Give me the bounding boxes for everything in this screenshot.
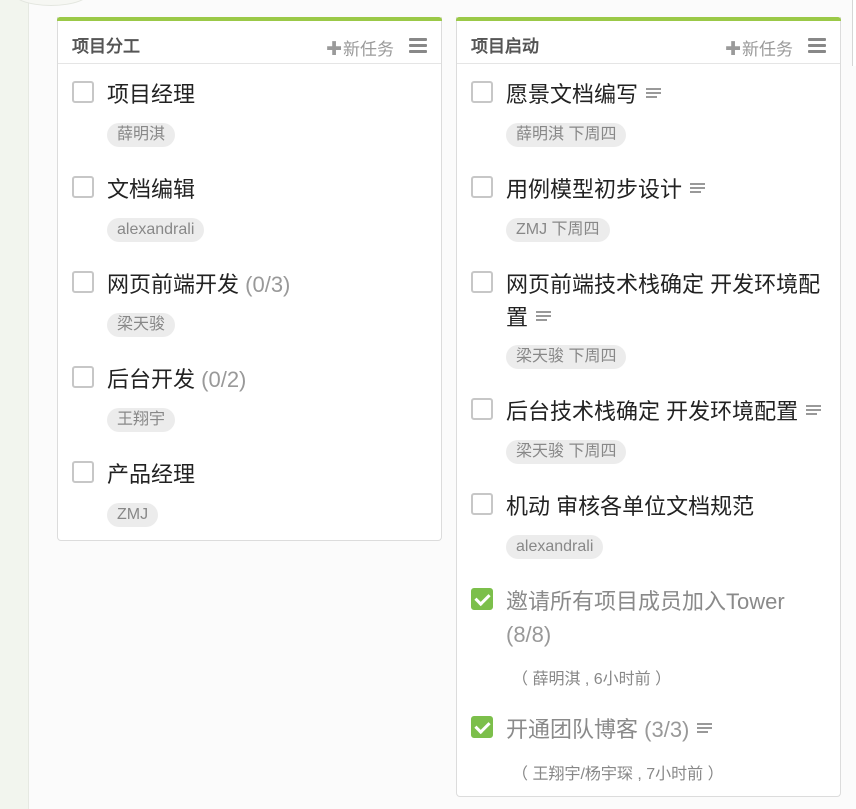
task-title[interactable]: 项目经理 xyxy=(107,78,431,111)
task-title[interactable]: 文档编辑 xyxy=(107,173,431,206)
assignee-due-tag: 薛明淇 下周四 xyxy=(506,123,627,147)
assignee-tag: alexandrali xyxy=(107,218,205,242)
assignee-tag: ZMJ xyxy=(107,503,159,527)
new-task-button[interactable]: ✚新任务 xyxy=(326,35,394,61)
plus-icon: ✚ xyxy=(326,39,342,60)
task-checkbox[interactable] xyxy=(471,176,493,198)
task-checkbox[interactable] xyxy=(72,366,94,388)
subtask-count: (0/3) xyxy=(245,272,291,297)
list-header: 项目分工 ✚新任务 xyxy=(58,17,441,64)
menu-icon[interactable] xyxy=(409,38,427,53)
task-title[interactable]: 网页前端技术栈确定 开发环境配置 xyxy=(506,268,830,334)
task-list-project-division: 项目分工 ✚新任务 项目经理 薛明淇 文档编辑 alexandrali 网页前端… xyxy=(57,17,442,541)
task-checkbox-checked[interactable] xyxy=(471,716,493,738)
list-title: 项目分工 xyxy=(72,37,140,56)
description-icon xyxy=(536,311,552,323)
task-title[interactable]: 后台开发 (0/2) xyxy=(107,363,431,396)
task-title[interactable]: 用例模型初步设计 xyxy=(506,173,830,206)
assignee-due-tag: 梁天骏 下周四 xyxy=(506,440,627,464)
completion-meta: （ 王翔宇/杨宇琛 , 7小时前 ） xyxy=(512,766,724,783)
new-task-label: 新任务 xyxy=(343,40,394,59)
task-checkbox[interactable] xyxy=(471,81,493,103)
description-icon xyxy=(806,405,822,417)
task-title[interactable]: 开通团队博客 (3/3) xyxy=(506,713,830,746)
subtask-count: (8/8) xyxy=(506,622,552,647)
description-icon xyxy=(697,723,713,735)
menu-icon[interactable] xyxy=(808,38,826,53)
task-title[interactable]: 后台技术栈确定 开发环境配置 xyxy=(506,395,830,428)
task-title[interactable]: 机动 审核各单位文档规范 xyxy=(506,490,830,523)
assignee-tag: 薛明淇 xyxy=(107,123,176,147)
assignee-due-tag: ZMJ 下周四 xyxy=(506,218,610,242)
task-checkbox[interactable] xyxy=(72,271,94,293)
assignee-tag: 王翔宇 xyxy=(107,408,176,432)
task-title[interactable]: 网页前端开发 (0/3) xyxy=(107,268,431,301)
assignee-due-tag: 梁天骏 下周四 xyxy=(506,345,627,369)
new-task-label: 新任务 xyxy=(742,40,793,59)
task-checkbox[interactable] xyxy=(72,461,94,483)
adjacent-list-edge xyxy=(852,0,856,66)
task-checkbox-checked[interactable] xyxy=(471,588,493,610)
task-title[interactable]: 邀请所有项目成员加入Tower (8/8) xyxy=(506,585,830,651)
list-title: 项目启动 xyxy=(471,37,539,56)
task-checkbox[interactable] xyxy=(72,81,94,103)
list-header: 项目启动 ✚新任务 xyxy=(457,17,840,64)
description-icon xyxy=(646,88,662,100)
new-task-button[interactable]: ✚新任务 xyxy=(725,35,793,61)
subtask-count: (0/2) xyxy=(201,367,247,392)
assignee-tag: 梁天骏 xyxy=(107,313,176,337)
task-list-project-kickoff: 项目启动 ✚新任务 愿景文档编写 薛明淇 下周四 用例模型初步设计 ZMJ 下周… xyxy=(456,17,841,797)
plus-icon: ✚ xyxy=(725,39,741,60)
task-checkbox[interactable] xyxy=(471,398,493,420)
description-icon xyxy=(690,183,706,195)
completion-meta: （ 薛明淇 , 6小时前 ） xyxy=(512,671,672,688)
task-checkbox[interactable] xyxy=(471,271,493,293)
task-checkbox[interactable] xyxy=(471,493,493,515)
task-checkbox[interactable] xyxy=(72,176,94,198)
task-title[interactable]: 愿景文档编写 xyxy=(506,78,830,111)
task-title[interactable]: 产品经理 xyxy=(107,458,431,491)
subtask-count: (3/3) xyxy=(644,717,690,742)
assignee-tag: alexandrali xyxy=(506,535,604,559)
